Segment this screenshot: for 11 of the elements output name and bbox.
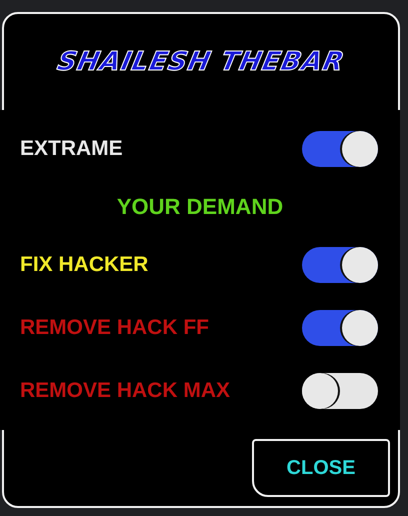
option-label: FIX HACKER <box>20 252 148 277</box>
close-button[interactable]: CLOSE <box>252 439 390 497</box>
option-label: REMOVE HACK FF <box>20 316 209 340</box>
toggle-switch[interactable] <box>302 310 378 346</box>
option-label: REMOVE HACK MAX <box>20 378 230 403</box>
toggle-switch[interactable] <box>302 131 378 168</box>
section-heading: YOUR DEMAND <box>116 194 284 220</box>
toggle-switch[interactable] <box>302 372 378 409</box>
toggle-switch[interactable] <box>302 246 378 283</box>
dialog-title: SHAILESH THEBAR <box>54 46 348 79</box>
option-label: EXTRAME <box>20 137 123 162</box>
